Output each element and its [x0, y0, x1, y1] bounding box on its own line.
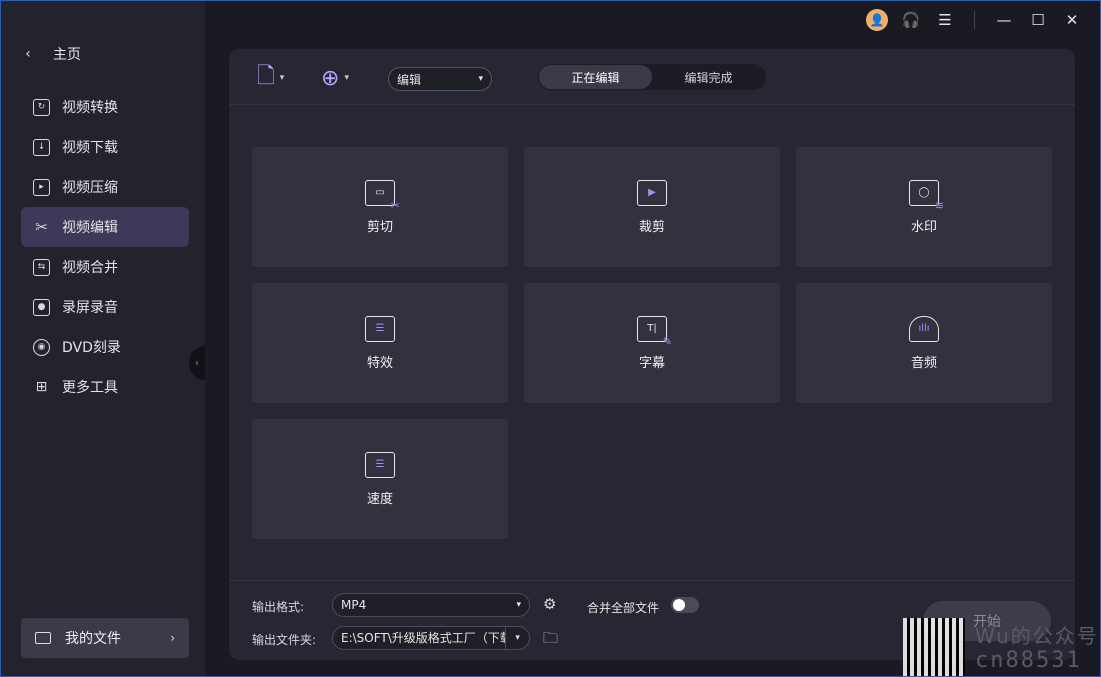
- more-tools-icon: ⊞: [35, 379, 48, 395]
- tool-tile-crop[interactable]: ▶ 裁剪: [524, 147, 780, 267]
- sidebar-item-video-convert[interactable]: ↻ 视频转换: [21, 87, 189, 127]
- sidebar-item-label: 视频转换: [62, 100, 118, 116]
- toggle-knob: [673, 599, 685, 611]
- mode-select-value: 编辑: [397, 72, 422, 87]
- scissors-icon: ✂: [35, 217, 48, 236]
- output-format-label: 输出格式:: [252, 600, 305, 614]
- screen-record-icon: ●: [33, 298, 50, 316]
- chevron-down-icon: ▾: [478, 74, 483, 84]
- compress-icon: ▸: [33, 178, 50, 196]
- tool-tile-label: 音频: [910, 355, 937, 371]
- chevron-down-icon: ▾: [279, 73, 285, 83]
- audio-icon: ıllı: [909, 315, 939, 342]
- tool-tile-speed[interactable]: ☰ 速度: [252, 419, 508, 539]
- sidebar-item-label: 视频下载: [62, 140, 118, 156]
- add-file-icon: 🗋: [257, 64, 275, 89]
- tool-tile-label: 剪切: [366, 219, 393, 235]
- sidebar-item-label: 视频合并: [62, 260, 118, 276]
- chevron-right-icon: ›: [170, 631, 175, 645]
- watermark-icon: ◯ ≋: [909, 179, 944, 211]
- sidebar-item-label: DVD刻录: [62, 340, 121, 356]
- toolbar: 🗋 ▾ ⊕ ▾ 编辑 ▾ 正在编辑 编辑完成: [229, 49, 1075, 105]
- merge-all-label: 合并全部文件: [587, 601, 660, 615]
- tool-tile-label: 特效: [366, 355, 393, 371]
- chevron-down-icon: ▾: [516, 600, 521, 610]
- headset-icon[interactable]: 🎧: [900, 9, 922, 31]
- speed-icon: ☰: [365, 451, 395, 478]
- chevron-left-icon: ‹: [25, 46, 31, 62]
- tab-edit-complete[interactable]: 编辑完成: [652, 65, 765, 89]
- chevron-left-icon: ‹: [195, 357, 199, 369]
- sidebar-item-label: 视频压缩: [62, 180, 118, 196]
- home-label: 主页: [53, 47, 81, 63]
- output-format-select[interactable]: MP4 ▾: [332, 593, 530, 617]
- merge-icon: ⇆: [33, 258, 50, 276]
- add-device-icon: ⊕: [321, 65, 340, 91]
- sidebar: ‹ 主页 ↻ 视频转换 ↓ 视频下载 ▸ 视频压缩 ✂ 视频编辑 ⇆ 视频合并 …: [1, 1, 205, 676]
- tool-tile-label: 速度: [366, 491, 393, 507]
- output-footer: 输出格式: MP4 ▾ ⚙ 合并全部文件 输出文件夹: E:\SOFT\升级版格…: [229, 580, 1075, 660]
- tool-tile-effects[interactable]: ☰ 特效: [252, 283, 508, 403]
- output-folder-value: E:\SOFT\升级版格式工厂（下载: [341, 631, 506, 645]
- merge-all-toggle[interactable]: [671, 597, 699, 613]
- output-folder-label: 输出文件夹:: [252, 633, 317, 647]
- output-format-value: MP4: [341, 598, 367, 612]
- tool-tile-watermark[interactable]: ◯ ≋ 水印: [796, 147, 1052, 267]
- add-file-button[interactable]: 🗋 ▾: [257, 64, 285, 91]
- sidebar-item-label: 录屏录音: [62, 300, 118, 316]
- effects-icon: ☰: [365, 315, 395, 342]
- subtitle-icon: T| ✎: [637, 315, 672, 347]
- add-from-device-button[interactable]: ⊕ ▾: [321, 65, 349, 91]
- tool-tile-label: 水印: [910, 219, 937, 235]
- dvd-icon: ◉: [33, 338, 50, 356]
- sidebar-item-video-edit[interactable]: ✂ 视频编辑: [21, 207, 189, 247]
- user-avatar-icon[interactable]: 👤: [866, 9, 888, 31]
- sidebar-nav: ↻ 视频转换 ↓ 视频下载 ▸ 视频压缩 ✂ 视频编辑 ⇆ 视频合并 ● 录屏录…: [21, 87, 189, 407]
- my-files-button[interactable]: 我的文件 ›: [21, 618, 189, 658]
- sidebar-item-dvd-burn[interactable]: ◉ DVD刻录: [21, 327, 189, 367]
- tool-tile-audio[interactable]: ıllı 音频: [796, 283, 1052, 403]
- sidebar-item-video-merge[interactable]: ⇆ 视频合并: [21, 247, 189, 287]
- main-panel: 🗋 ▾ ⊕ ▾ 编辑 ▾ 正在编辑 编辑完成 ▭ ✂ 剪切 ▶ 裁剪 ◯ ≋ 水印: [229, 49, 1075, 660]
- folder-icon: [35, 632, 51, 644]
- chevron-down-icon: ▾: [344, 73, 349, 83]
- mode-select[interactable]: 编辑 ▾: [388, 67, 492, 91]
- menu-icon[interactable]: ☰: [934, 9, 956, 31]
- open-folder-icon[interactable]: 🗀: [543, 628, 558, 653]
- output-folder-field[interactable]: E:\SOFT\升级版格式工厂（下载 ▾: [332, 626, 530, 650]
- sidebar-item-video-compress[interactable]: ▸ 视频压缩: [21, 167, 189, 207]
- format-settings-icon[interactable]: ⚙: [543, 595, 556, 613]
- cut-icon: ▭ ✂: [365, 179, 400, 211]
- tool-tile-cut[interactable]: ▭ ✂ 剪切: [252, 147, 508, 267]
- video-convert-icon: ↻: [33, 98, 50, 116]
- sidebar-item-label: 更多工具: [62, 380, 118, 396]
- sidebar-item-video-download[interactable]: ↓ 视频下载: [21, 127, 189, 167]
- start-button[interactable]: 开始: [923, 601, 1051, 641]
- chevron-down-icon[interactable]: ▾: [505, 627, 529, 649]
- sidebar-item-screen-record[interactable]: ● 录屏录音: [21, 287, 189, 327]
- minimize-icon[interactable]: —: [993, 9, 1015, 31]
- home-nav[interactable]: ‹ 主页: [21, 39, 81, 69]
- edit-status-tabs: 正在编辑 编辑完成: [538, 64, 766, 90]
- close-icon[interactable]: ✕: [1061, 9, 1083, 31]
- sidebar-item-more-tools[interactable]: ⊞ 更多工具: [21, 367, 189, 407]
- my-files-label: 我的文件: [65, 631, 121, 647]
- titlebar-controls: 👤 🎧 ☰ — ☐ ✕: [866, 7, 1083, 33]
- download-icon: ↓: [33, 138, 50, 156]
- crop-icon: ▶: [637, 179, 667, 206]
- maximize-icon[interactable]: ☐: [1027, 9, 1049, 31]
- titlebar-divider: [974, 11, 975, 29]
- tab-editing[interactable]: 正在编辑: [539, 65, 652, 89]
- sidebar-item-label: 视频编辑: [62, 220, 118, 236]
- tool-tile-subtitle[interactable]: T| ✎ 字幕: [524, 283, 780, 403]
- tool-tile-label: 字幕: [638, 355, 665, 371]
- tool-tile-label: 裁剪: [638, 219, 665, 235]
